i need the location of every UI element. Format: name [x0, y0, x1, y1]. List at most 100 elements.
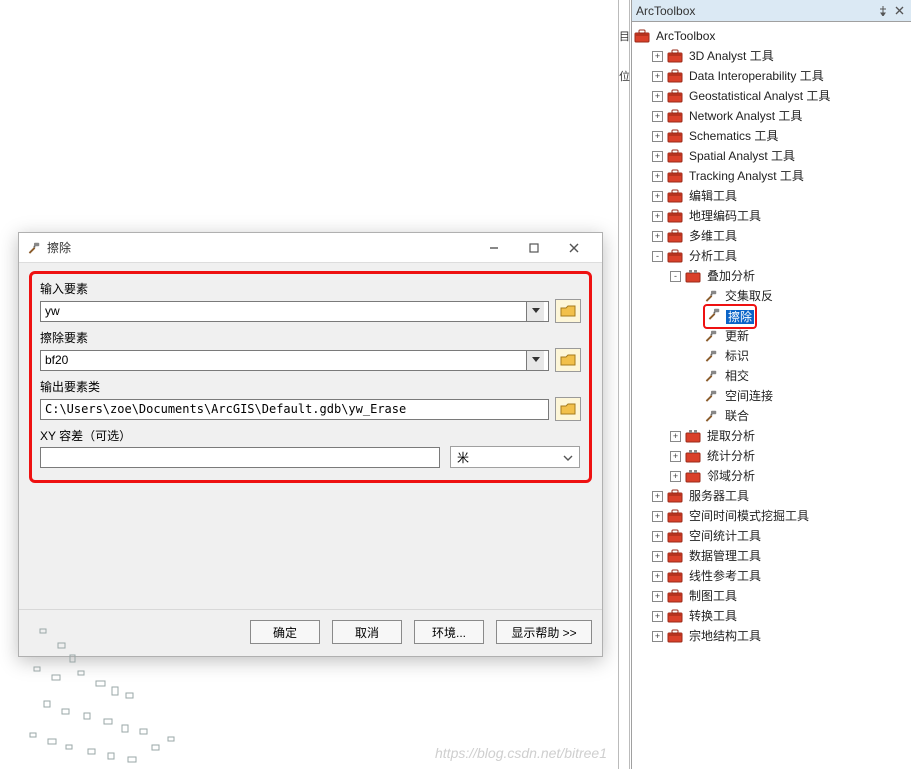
tree-item[interactable]: + Tracking Analyst 工具 — [634, 166, 909, 186]
environments-button[interactable]: 环境... — [414, 620, 484, 644]
minimize-button[interactable] — [474, 235, 514, 261]
tree-item[interactable]: +Network Analyst 工具 — [634, 106, 909, 126]
expand-icon[interactable]: + — [652, 131, 663, 142]
expand-icon[interactable]: + — [652, 151, 663, 162]
expand-icon[interactable]: + — [670, 451, 681, 462]
tree-item-label: 地理编码工具 — [687, 206, 763, 226]
tree-item[interactable]: +服务器工具 — [634, 486, 909, 506]
toolbox-icon — [667, 248, 683, 264]
expand-icon[interactable]: + — [652, 511, 663, 522]
tree-item[interactable]: +编辑工具 — [634, 186, 909, 206]
hammer-icon — [27, 241, 41, 255]
collapse-icon[interactable]: - — [652, 251, 663, 262]
tree-item[interactable]: +宗地结构工具 — [634, 626, 909, 646]
expand-icon[interactable]: + — [652, 591, 663, 602]
browse-input-button[interactable] — [555, 299, 581, 323]
toolbox-icon — [667, 568, 683, 584]
chevron-down-icon[interactable] — [526, 302, 544, 321]
expand-icon[interactable]: + — [652, 171, 663, 182]
tree-item-label: 统计分析 — [705, 446, 757, 466]
tree-item-label: 相交 — [723, 366, 751, 386]
input-features-label: 输入要素 — [40, 280, 581, 297]
browse-erase-button[interactable] — [555, 348, 581, 372]
tree-item[interactable]: +3D Analyst 工具 — [634, 46, 909, 66]
collapse-icon[interactable]: - — [670, 271, 681, 282]
tree-item[interactable]: + Geostatistical Analyst 工具 — [634, 86, 909, 106]
tree-item[interactable]: +制图工具 — [634, 586, 909, 606]
tree-item-label: Geostatistical Analyst 工具 — [687, 86, 832, 106]
expand-icon[interactable]: + — [670, 471, 681, 482]
tree-item[interactable]: +多维工具 — [634, 226, 909, 246]
erase-features-combo[interactable]: bf20 — [40, 350, 549, 371]
input-features-combo[interactable]: yw — [40, 301, 549, 322]
tree-item-label: 标识 — [723, 346, 751, 366]
expand-icon[interactable]: + — [652, 531, 663, 542]
tree-item[interactable]: + 统计分析 — [634, 446, 909, 466]
toolbox-tree[interactable]: ArcToolbox +3D Analyst 工具+Data Interoper… — [632, 22, 911, 650]
dialog-button-row: 确定 取消 环境... 显示帮助 >> — [19, 609, 602, 656]
tree-item[interactable]: +Data Interoperability 工具 — [634, 66, 909, 86]
annotation-highlight: 擦除 — [703, 304, 757, 329]
browse-output-button[interactable] — [555, 397, 581, 421]
erase-dialog: 擦除 输入要素 yw — [18, 232, 603, 657]
expand-icon[interactable]: + — [652, 551, 663, 562]
panel-titlebar[interactable]: ArcToolbox — [632, 0, 911, 22]
tree-item[interactable]: + 转换工具 — [634, 606, 909, 626]
tree-item-label: 3D Analyst 工具 — [687, 46, 776, 66]
tree-item-label: 擦除 — [726, 310, 754, 324]
expand-icon[interactable]: + — [652, 571, 663, 582]
expand-icon[interactable]: + — [652, 51, 663, 62]
tree-item[interactable]: -分析工具 — [634, 246, 909, 266]
tree-item[interactable]: +空间时间模式挖掘工具 — [634, 506, 909, 526]
expand-icon[interactable]: + — [652, 191, 663, 202]
expand-icon[interactable]: + — [652, 491, 663, 502]
tree-item[interactable]: +提取分析 — [634, 426, 909, 446]
tree-item[interactable]: + 地理编码工具 — [634, 206, 909, 226]
tree-item-label: 转换工具 — [687, 606, 739, 626]
tree-item[interactable]: 更新 — [634, 326, 909, 346]
tree-item[interactable]: 擦除 — [634, 306, 909, 326]
expand-icon[interactable]: + — [652, 631, 663, 642]
tree-root[interactable]: ArcToolbox — [634, 26, 909, 46]
expand-icon[interactable]: + — [652, 71, 663, 82]
tree-item[interactable]: 交集取反 — [634, 286, 909, 306]
dialog-titlebar[interactable]: 擦除 — [19, 233, 602, 263]
tree-item[interactable]: +线性参考工具 — [634, 566, 909, 586]
tree-item-label: 空间统计工具 — [687, 526, 763, 546]
arctoolbox-panel: ArcToolbox ArcToolbox +3D Analyst 工具+Dat… — [631, 0, 911, 769]
show-help-button[interactable]: 显示帮助 >> — [496, 620, 592, 644]
cancel-button[interactable]: 取消 — [332, 620, 402, 644]
tree-item[interactable]: +数据管理工具 — [634, 546, 909, 566]
chevron-down-icon[interactable] — [526, 351, 544, 370]
expand-icon[interactable]: + — [670, 431, 681, 442]
toolbox-icon — [667, 528, 683, 544]
output-class-input[interactable] — [40, 399, 549, 420]
tree-item[interactable]: +Spatial Analyst 工具 — [634, 146, 909, 166]
tree-item[interactable]: +邻域分析 — [634, 466, 909, 486]
tree-item[interactable]: 相交 — [634, 366, 909, 386]
tree-item[interactable]: +Schematics 工具 — [634, 126, 909, 146]
expand-icon[interactable]: + — [652, 91, 663, 102]
close-icon[interactable] — [891, 3, 907, 19]
xy-tolerance-input[interactable] — [40, 447, 440, 468]
expand-icon[interactable]: + — [652, 611, 663, 622]
maximize-button[interactable] — [514, 235, 554, 261]
expand-icon[interactable]: + — [652, 231, 663, 242]
unit-select[interactable]: 米 — [450, 446, 580, 468]
expand-icon[interactable]: + — [652, 111, 663, 122]
tree-item-label: Tracking Analyst 工具 — [687, 166, 806, 186]
tree-item[interactable]: + 空间统计工具 — [634, 526, 909, 546]
toolbox-icon — [667, 548, 683, 564]
tree-item[interactable]: 空间连接 — [634, 386, 909, 406]
toolbox-root-icon — [634, 28, 650, 44]
tree-item-label: 联合 — [723, 406, 751, 426]
expand-icon[interactable]: + — [652, 211, 663, 222]
tree-item[interactable]: 联合 — [634, 406, 909, 426]
pin-icon[interactable] — [875, 3, 891, 19]
toolbox-icon — [667, 88, 683, 104]
ok-button[interactable]: 确定 — [250, 620, 320, 644]
output-class-label: 输出要素类 — [40, 378, 581, 395]
tree-item[interactable]: 标识 — [634, 346, 909, 366]
tree-item[interactable]: -叠加分析 — [634, 266, 909, 286]
close-button[interactable] — [554, 235, 594, 261]
